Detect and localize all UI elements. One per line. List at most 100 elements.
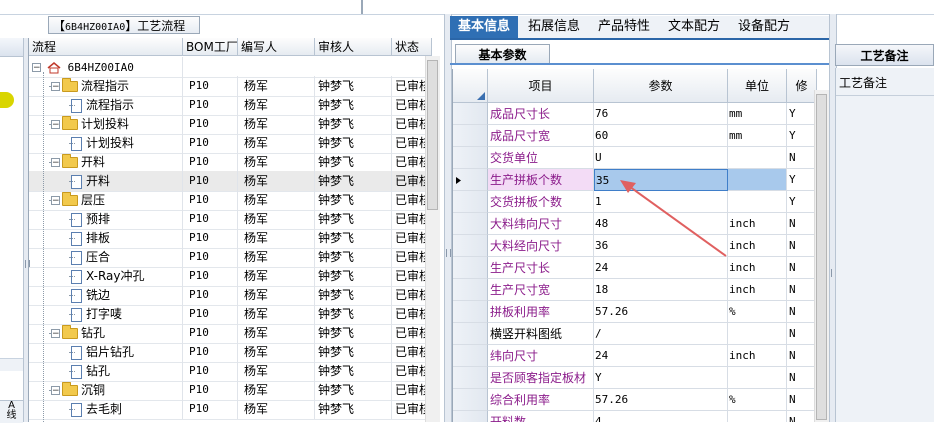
tree-row[interactable]: − 计划投料 P10 杨军 钟梦飞 已审核	[29, 114, 432, 135]
parameter-modify-cell[interactable]: N	[787, 323, 817, 345]
process-tree-grid[interactable]: 流程 BOM工厂 编写人 审核人 状态 − 6B4HZ00IA0 − 流程指示 P1…	[28, 38, 443, 422]
parameter-value-cell[interactable]: 60	[594, 125, 728, 147]
parameter-row[interactable]: 综合利用率 57.26% N	[453, 389, 817, 411]
process-notes-panel[interactable]: 工艺备注	[835, 68, 934, 422]
parameter-row[interactable]: 成品尺寸长 76 mm Y	[453, 103, 817, 125]
parameter-row[interactable]: 成品尺寸宽 60 mm Y	[453, 125, 817, 147]
row-indicator[interactable]	[453, 147, 488, 169]
row-indicator[interactable]	[453, 389, 488, 411]
middle-splitter[interactable]	[444, 14, 452, 422]
tree-row[interactable]: 预排 P10 杨军 钟梦飞 已审核	[29, 209, 432, 230]
tree-row[interactable]: − 层压 P10 杨军 钟梦飞 已审核	[29, 190, 432, 211]
tab-product-features[interactable]: 产品特性	[590, 16, 658, 38]
subtab-basic-params[interactable]: 基本参数	[455, 44, 550, 64]
parameter-unit-cell[interactable]	[728, 411, 787, 422]
row-indicator[interactable]	[453, 367, 488, 389]
collapse-icon[interactable]: −	[51, 158, 60, 168]
tree-row[interactable]: 打字唛 P10 杨军 钟梦飞 已审核	[29, 304, 432, 325]
parameter-modify-cell[interactable]: N	[787, 213, 817, 235]
parameters-grid[interactable]: 项目 参数 单位 修 成品尺寸长 76 mm Y 成品尺寸宽 60 mm Y 交货单位 U N 生产拼…	[452, 69, 823, 422]
parameter-modify-cell[interactable]: N	[787, 147, 817, 169]
tab-text-recipe[interactable]: 文本配方	[660, 16, 728, 38]
collapse-icon[interactable]: −	[32, 63, 41, 73]
column-header-item[interactable]: 项目	[488, 69, 594, 103]
parameter-value-cell[interactable]: 18	[594, 279, 728, 301]
parameter-value-cell[interactable]: 57.26	[594, 389, 728, 411]
tree-row[interactable]: − 流程指示 P10 杨军 钟梦飞 已审核	[29, 76, 432, 97]
parameter-row[interactable]: 大料纬向尺寸 48 inch N	[453, 213, 817, 235]
tree-row[interactable]: 计划投料 P10 杨军 钟梦飞 已审核	[29, 133, 432, 154]
column-header-status[interactable]: 状态	[392, 38, 432, 56]
parameter-modify-cell[interactable]: N	[787, 389, 817, 411]
tree-row[interactable]: 铣边 P10 杨军 钟梦飞 已审核	[29, 285, 432, 306]
parameter-modify-cell[interactable]: N	[787, 411, 817, 422]
parameters-vertical-scrollbar[interactable]	[814, 90, 829, 422]
row-indicator[interactable]	[453, 235, 488, 257]
parameter-value-cell[interactable]: 35	[594, 169, 728, 191]
parameter-unit-cell[interactable]: mm	[728, 125, 787, 147]
row-indicator[interactable]	[453, 169, 488, 191]
parameter-unit-cell[interactable]	[728, 323, 787, 345]
collapse-icon[interactable]: −	[51, 196, 60, 206]
parameter-modify-cell[interactable]: Y	[787, 169, 817, 191]
collapse-icon[interactable]: −	[51, 120, 60, 130]
column-header-unit[interactable]: 单位	[728, 69, 787, 103]
parameter-unit-cell[interactable]: %	[728, 301, 787, 323]
parameter-row[interactable]: 生产尺寸宽 18 inch N	[453, 279, 817, 301]
parameter-value-cell[interactable]: 4	[594, 411, 728, 422]
parameter-value-cell[interactable]: /	[594, 323, 728, 345]
parameter-row[interactable]: 生产尺寸长 24 inch N	[453, 257, 817, 279]
column-header-reviewer[interactable]: 审核人	[315, 38, 392, 56]
parameter-row[interactable]: 开料数 4 N	[453, 411, 817, 422]
parameter-row[interactable]: 横竖开料图纸 / N	[453, 323, 817, 345]
parameter-row[interactable]: 大料经向尺寸 36 inch N	[453, 235, 817, 257]
row-indicator[interactable]	[453, 191, 488, 213]
parameter-modify-cell[interactable]: N	[787, 279, 817, 301]
parameter-unit-cell[interactable]	[728, 367, 787, 389]
tree-row[interactable]: 压合 P10 杨军 钟梦飞 已审核	[29, 247, 432, 268]
row-indicator[interactable]	[453, 279, 488, 301]
row-indicator[interactable]	[453, 103, 488, 125]
tab-extended-info[interactable]: 拓展信息	[520, 16, 588, 38]
row-indicator[interactable]	[453, 301, 488, 323]
row-indicator[interactable]	[453, 213, 488, 235]
parameter-row[interactable]: 交货单位 U N	[453, 147, 817, 169]
parameter-row[interactable]: 生产拼板个数 35 Y	[453, 169, 817, 191]
parameter-unit-cell[interactable]: inch	[728, 235, 787, 257]
tree-row[interactable]: − 钻孔 P10 杨军 钟梦飞 已审核	[29, 323, 432, 344]
row-indicator[interactable]	[453, 257, 488, 279]
tree-row[interactable]: 流程指示 P10 杨军 钟梦飞 已审核	[29, 95, 432, 116]
parameter-unit-cell[interactable]: inch	[728, 279, 787, 301]
tree-row[interactable]: 排板 P10 杨军 钟梦飞 已审核	[29, 228, 432, 249]
tree-vertical-scrollbar[interactable]	[425, 56, 440, 422]
tree-row[interactable]: 铝片钻孔 P10 杨军 钟梦飞 已审核	[29, 342, 432, 363]
tree-row[interactable]: 开料 P10 杨军 钟梦飞 已审核	[29, 171, 432, 192]
parameter-unit-cell[interactable]: inch	[728, 345, 787, 367]
column-header-writer[interactable]: 编写人	[238, 38, 315, 56]
parameter-modify-cell[interactable]: N	[787, 367, 817, 389]
parameter-unit-cell[interactable]: mm	[728, 103, 787, 125]
parameter-row[interactable]: 拼板利用率 57.26% N	[453, 301, 817, 323]
parameter-value-cell[interactable]: 36	[594, 235, 728, 257]
parameter-unit-cell[interactable]	[728, 191, 787, 213]
parameter-modify-cell[interactable]: Y	[787, 103, 817, 125]
parameter-value-cell[interactable]: 24	[594, 257, 728, 279]
tree-row[interactable]: 钻孔 P10 杨军 钟梦飞 已审核	[29, 361, 432, 382]
tree-row[interactable]: − 开料 P10 杨军 钟梦飞 已审核	[29, 152, 432, 173]
parameter-value-cell[interactable]: 1	[594, 191, 728, 213]
collapse-icon[interactable]: −	[51, 82, 60, 92]
row-indicator[interactable]	[453, 125, 488, 147]
collapse-icon[interactable]: −	[51, 329, 60, 339]
row-indicator[interactable]	[453, 345, 488, 367]
collapse-icon[interactable]: −	[51, 386, 60, 396]
tree-row[interactable]: 去毛刺 P10 杨军 钟梦飞 已审核	[29, 399, 432, 420]
parameter-unit-cell[interactable]	[728, 169, 787, 191]
parameter-row[interactable]: 纬向尺寸 24 inch N	[453, 345, 817, 367]
tree-root-row[interactable]: − 6B4HZ00IA0	[29, 57, 429, 78]
parameter-modify-cell[interactable]: N	[787, 235, 817, 257]
parameter-value-cell[interactable]: Y	[594, 367, 728, 389]
parameter-row[interactable]: 是否顾客指定板材 Y N	[453, 367, 817, 389]
row-indicator[interactable]	[453, 411, 488, 422]
parameter-modify-cell[interactable]: N	[787, 301, 817, 323]
parameter-unit-cell[interactable]: inch	[728, 213, 787, 235]
